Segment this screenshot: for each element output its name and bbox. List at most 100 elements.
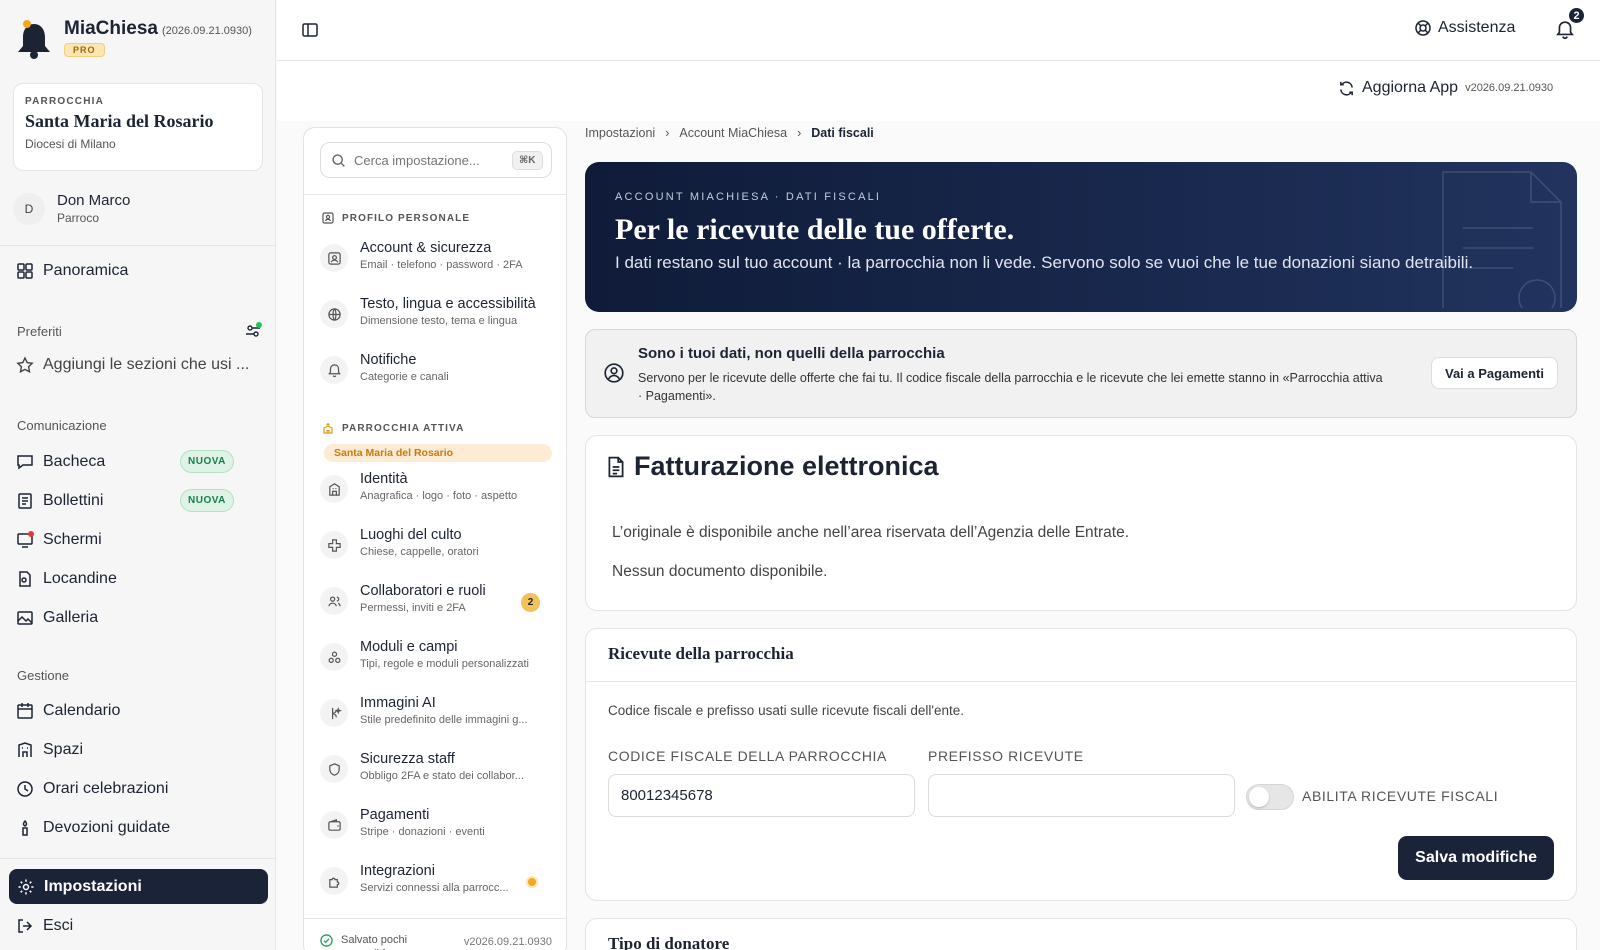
receipts-title: Ricevute della parrocchia (608, 644, 794, 663)
building-icon (327, 482, 342, 497)
user-name: Don Marco (57, 192, 131, 209)
nav-impostazioni[interactable]: Impostazioni (9, 869, 268, 904)
settings-item-integrations[interactable]: Integrazioni Servizi connessi alla parroc… (320, 863, 556, 895)
nav-overview[interactable]: Panoramica (16, 258, 128, 284)
notifications-button[interactable]: 2 (1555, 6, 1586, 41)
nav-schermi[interactable]: Schermi (16, 527, 102, 553)
sidebar-toggle-icon[interactable] (301, 21, 319, 39)
receipt-prefix-input[interactable] (928, 774, 1235, 817)
parish-section-head: PARROCCHIA ATTIVA (322, 422, 464, 434)
search-input[interactable] (354, 152, 504, 168)
nav-locandine[interactable]: Locandine (16, 566, 117, 592)
settings-search[interactable]: ⌘K (320, 142, 552, 178)
nav-impostazioni-label: Impostazioni (44, 877, 142, 895)
grid-icon (16, 262, 34, 280)
settings-item-staff-security[interactable]: Sicurezza staff Obbligo 2FA e stato dei c… (320, 751, 556, 783)
go-to-payments-button[interactable]: Vai a Pagamenti (1431, 357, 1558, 389)
parish-head-label: PARROCCHIA ATTIVA (342, 422, 465, 434)
favorites-add[interactable]: Aggiungi le sezioni che usi ... (16, 352, 249, 378)
settings-item-title: Collaboratori e ruoli (360, 583, 486, 599)
settings-version: v2026.09.21.0930 (463, 936, 552, 948)
church-icon (322, 422, 334, 434)
globe-icon (327, 307, 342, 322)
settings-item-ai-images[interactable]: Immagini AI Stile predefinito delle immag… (320, 695, 556, 727)
update-app-button[interactable]: Aggiorna App v2026.09.21.0930 (1338, 79, 1553, 97)
settings-item-subtitle: Dimensione testo, tema e lingua (360, 315, 518, 327)
nav-galleria-label: Galleria (43, 609, 99, 626)
settings-item-places[interactable]: Luoghi del culto Chiese, cappelle, orator… (320, 527, 556, 559)
settings-item-subtitle: Obbligo 2FA e stato dei collabor... (360, 770, 524, 782)
nav-devozioni-label: Devozioni guidate (43, 819, 171, 836)
save-status: Salvato pochi secondi fa (320, 933, 421, 950)
new-badge: NUOVA (180, 450, 234, 473)
document-watermark-icon (1442, 171, 1562, 308)
notice-body: Servono per le ricevute delle offerte ch… (638, 371, 1383, 403)
settings-item-title: Moduli e campi (360, 639, 458, 655)
breadcrumb-item[interactable]: Account MiaChiesa (679, 126, 787, 140)
settings-item-collaborators[interactable]: Collaboratori e ruoli Permessi, inviti e … (320, 583, 556, 615)
topbar: Assistenza 2 (277, 0, 1600, 61)
user-profile[interactable]: D Don Marco Parroco (13, 192, 130, 225)
nav-orari[interactable]: Orari celebrazioni (16, 776, 168, 802)
nav-logout[interactable]: Esci (16, 913, 73, 939)
management-label: Gestione (17, 668, 70, 683)
settings-item-subtitle: Categorie e canali (360, 371, 449, 383)
save-button[interactable]: Salva modifiche (1398, 836, 1554, 880)
breadcrumb-current: Dati fiscali (811, 126, 874, 140)
nav-locandine-label: Locandine (43, 570, 117, 587)
star-icon (16, 356, 34, 374)
settings-item-subtitle: Chiese, cappelle, oratori (360, 546, 479, 558)
e-invoicing-title: Fatturazione elettronica (634, 451, 939, 481)
donor-type-card: Tipo di donatore (585, 918, 1577, 950)
settings-item-title: Account & sicurezza (360, 240, 492, 256)
divider (304, 918, 566, 919)
logout-icon (16, 917, 34, 935)
personal-head-label: PROFILO PERSONALE (342, 212, 471, 224)
divider (0, 858, 276, 859)
donor-type-title: Tipo di donatore (608, 934, 730, 950)
brand[interactable]: MiaChiesa (2026.09.21.0930) PRO (16, 18, 252, 62)
settings-item-language[interactable]: Testo, lingua e accessibilità Dimensione … (320, 296, 556, 328)
settings-item-title: Notifiche (360, 352, 417, 368)
id-card-icon (322, 212, 334, 224)
nav-bollettini[interactable]: Bollettini (16, 488, 103, 514)
message-icon (16, 453, 34, 471)
nav-bacheca[interactable]: Bacheca (16, 449, 105, 475)
nav-galleria[interactable]: Galleria (16, 605, 98, 631)
receipts-description: Codice fiscale e prefisso usati sulle ri… (608, 703, 964, 718)
favorites-label: Preferiti (17, 324, 62, 339)
settings-item-account[interactable]: Account & sicurezza Email · telefono · pa… (320, 240, 556, 272)
nav-overview-label: Panoramica (43, 262, 129, 279)
poster-icon (16, 570, 34, 588)
nav-devozioni[interactable]: Devozioni guidate (16, 815, 170, 841)
nav-calendario[interactable]: Calendario (16, 698, 120, 724)
save-status-text: Salvato pochi secondi fa (341, 934, 408, 950)
new-badge: NUOVA (180, 489, 234, 512)
parish-switcher[interactable]: PARROCCHIA Santa Maria del Rosario Dioce… (13, 83, 263, 171)
nav-spazi[interactable]: Spazi (16, 737, 83, 763)
favorites-settings-icon[interactable] (244, 322, 262, 340)
enable-receipts-toggle[interactable] (1246, 784, 1294, 810)
settings-item-forms[interactable]: Moduli e campi Tipi, regole e moduli pers… (320, 639, 556, 671)
bell-logo-icon (16, 18, 52, 62)
settings-item-identity[interactable]: Identità Anagrafica · logo · foto · aspet… (320, 471, 556, 503)
breadcrumb: Impostazioni › Account MiaChiesa › Dati … (585, 126, 874, 140)
settings-item-subtitle: Stile predefinito delle immagini g... (360, 714, 528, 726)
nav-logout-label: Esci (43, 917, 74, 934)
settings-item-notifications[interactable]: Notifiche Categorie e canali (320, 352, 556, 384)
status-dot (526, 876, 538, 888)
personal-section-head: PROFILO PERSONALE (322, 212, 470, 224)
breadcrumb-item[interactable]: Impostazioni (585, 126, 655, 140)
pro-badge: PRO (64, 43, 105, 57)
tax-code-label: CODICE FISCALE DELLA PARROCCHIA (608, 748, 887, 764)
brand-name: MiaChiesa (64, 18, 158, 39)
candle-icon (16, 819, 34, 837)
tax-code-input[interactable] (608, 774, 915, 817)
nav-orari-label: Orari celebrazioni (43, 780, 169, 797)
search-shortcut: ⌘K (512, 150, 543, 170)
subbar: Aggiorna App v2026.09.21.0930 (277, 61, 1600, 121)
document-icon (606, 456, 626, 478)
settings-item-payments[interactable]: Pagamenti Stripe · donazioni · eventi (320, 807, 556, 839)
help-button[interactable]: Assistenza (1414, 19, 1515, 37)
settings-item-subtitle: Email · telefono · password · 2FA (360, 259, 523, 271)
